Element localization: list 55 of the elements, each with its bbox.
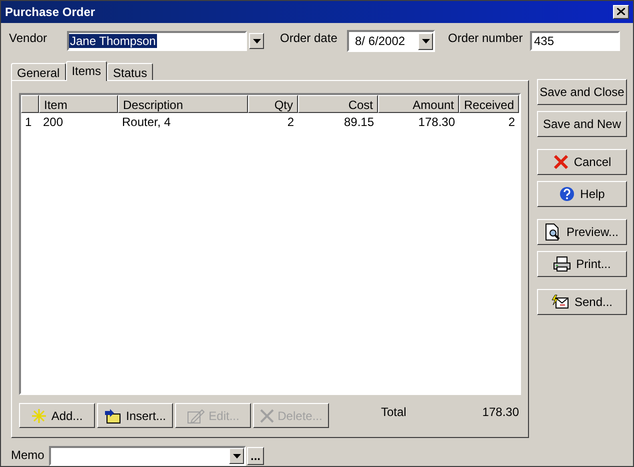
x-icon xyxy=(260,408,274,422)
help-button[interactable]: Help xyxy=(537,181,627,207)
help-icon xyxy=(559,186,576,202)
table-cell-text: 178.30 xyxy=(417,114,456,130)
tab[interactable]: Items xyxy=(66,61,108,81)
table-cell-text: 200 xyxy=(42,114,64,130)
magnifier-document-icon xyxy=(545,223,562,241)
date-dropdown-button[interactable] xyxy=(418,32,433,50)
order-number-field[interactable]: 435 xyxy=(530,31,620,52)
order-number-label: Order number xyxy=(448,30,524,47)
memo-label: Memo xyxy=(11,447,46,464)
close-icon xyxy=(552,154,569,170)
printer-icon xyxy=(553,256,572,272)
column-header[interactable]: Description xyxy=(118,95,248,113)
cancel-button[interactable]: Cancel xyxy=(537,149,627,175)
dropdown-arrow-icon xyxy=(232,454,240,458)
tab[interactable]: Status xyxy=(107,63,154,80)
dropdown-arrow-icon xyxy=(252,38,260,44)
sparkle-icon xyxy=(31,408,48,424)
table-cell-text: 1 xyxy=(24,114,33,130)
dropdown-arrow-icon xyxy=(422,38,430,44)
total-label: Total xyxy=(381,404,406,421)
insert-button[interactable]: Insert... xyxy=(97,403,173,428)
add-button[interactable]: Add... xyxy=(19,403,95,428)
insert-icon xyxy=(104,408,122,424)
print-button[interactable]: Print... xyxy=(537,251,627,277)
dropdown-button[interactable] xyxy=(249,33,264,50)
memo-field[interactable] xyxy=(49,446,246,466)
column-header[interactable]: Item xyxy=(39,95,118,113)
column-header[interactable]: Qty xyxy=(248,95,298,113)
table-cell-text: 2 xyxy=(286,114,295,130)
total-value: 178.30 xyxy=(482,404,519,421)
column-header[interactable]: Received xyxy=(459,95,519,113)
table-cell-text: 2 xyxy=(507,114,516,130)
pencil-icon xyxy=(186,408,205,424)
save-button[interactable]: Save and New xyxy=(537,111,627,137)
more-button[interactable]: ... xyxy=(247,447,264,465)
window-title: Purchase Order xyxy=(5,4,96,21)
column-header[interactable]: Amount xyxy=(378,95,459,113)
column-header[interactable] xyxy=(21,95,39,113)
save-button[interactable]: Save and Close xyxy=(537,79,627,105)
close-button[interactable] xyxy=(613,4,629,19)
send-button[interactable]: Send... xyxy=(537,289,627,315)
table-cell-text: 89.15 xyxy=(342,114,375,130)
table-cell-text: Router, 4 xyxy=(121,114,172,130)
order-date-label: Order date xyxy=(280,30,338,47)
memo-dropdown-button[interactable] xyxy=(229,448,244,464)
close-icon xyxy=(617,8,625,16)
vendor-label: Vendor xyxy=(9,30,48,47)
date-field[interactable]: 8/ 6/2002 xyxy=(347,30,435,52)
column-header[interactable]: Cost xyxy=(298,95,378,113)
preview-button[interactable]: Preview... xyxy=(537,219,627,245)
envelope-icon xyxy=(551,294,570,310)
tab[interactable]: General xyxy=(11,63,66,80)
vendor-field[interactable]: Jane Thompson xyxy=(67,31,247,52)
